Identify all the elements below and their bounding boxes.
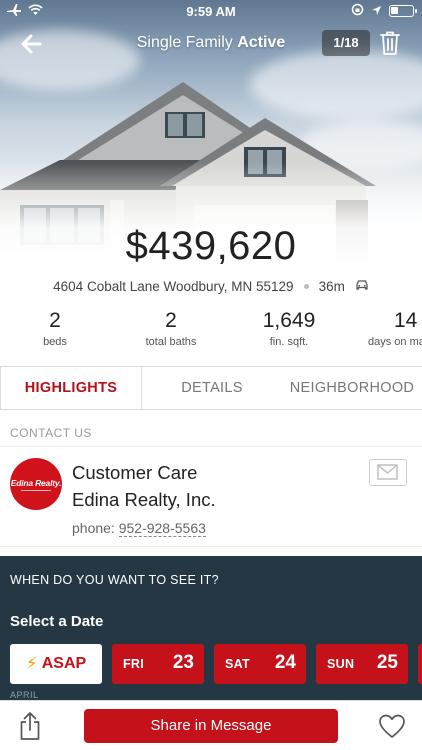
day-number: 24: [274, 652, 296, 673]
contact-phone: phone: 952-928-5563: [72, 520, 206, 537]
divider: [0, 446, 422, 447]
stat-label: total baths: [145, 336, 197, 348]
stats-row: 2 beds 2 total baths 1,649 fin. sqft. 14…: [0, 308, 422, 356]
date-picker-row: ⚡ ASAP FRI 23 SAT 24 SUN 25: [10, 644, 422, 684]
stat-beds: 2 beds: [0, 308, 110, 348]
stat-label: beds: [43, 336, 67, 348]
date-button-fri[interactable]: FRI 23: [112, 644, 204, 684]
drive-time: 36m: [318, 278, 345, 294]
select-date-title: Select a Date: [10, 613, 104, 630]
separator-dot: [303, 283, 309, 289]
tab-details[interactable]: DETAILS: [142, 367, 282, 409]
property-type: Single Family: [136, 34, 233, 51]
rotation-lock-icon: [351, 3, 364, 19]
contact-company: Edina Realty, Inc.: [72, 489, 216, 510]
stat-days-on-market: 14 days on ma: [352, 308, 422, 348]
stat-sqft: 1,649 fin. sqft.: [234, 308, 344, 348]
location-arrow-icon: [371, 4, 382, 19]
stat-value: 2: [49, 309, 61, 332]
day-number: 23: [172, 652, 194, 673]
contact-name: Customer Care: [72, 462, 198, 483]
listing-status: Active: [237, 34, 286, 51]
day-of-week: SAT: [225, 657, 250, 671]
date-button-sun[interactable]: SUN 25: [316, 644, 408, 684]
phone-number-link[interactable]: 952-928-5563: [118, 520, 206, 537]
day-of-week: SUN: [327, 657, 355, 671]
battery-icon: [389, 5, 417, 17]
stat-value: 2: [165, 309, 177, 332]
day-number: 25: [376, 652, 398, 673]
address-row: 4604 Cobalt Lane Woodbury, MN 55129 36m: [0, 276, 422, 296]
edina-realty-logo: Edina Realty.: [10, 458, 62, 510]
date-button-next[interactable]: [418, 644, 422, 684]
schedule-question: WHEN DO YOU WANT TO SEE IT?: [10, 573, 219, 587]
contact-heading: CONTACT US: [10, 426, 92, 440]
listing-price: $439,620: [125, 224, 297, 268]
photo-counter: 1/18: [322, 30, 370, 56]
car-icon: [355, 279, 369, 294]
stat-value: 1,649: [262, 309, 316, 332]
share-in-message-button[interactable]: Share in Message: [84, 709, 338, 743]
logo-text: Edina Realty.: [10, 477, 62, 488]
stat-baths: 2 total baths: [116, 308, 226, 348]
phone-label: phone:: [72, 520, 115, 536]
month-label: APRIL: [10, 690, 39, 700]
stat-value: 14: [394, 309, 418, 332]
stat-label: days on ma: [368, 336, 422, 348]
divider: [0, 546, 422, 547]
day-of-week: FRI: [123, 657, 145, 671]
nav-bar: Single Family Active 1/18: [0, 28, 422, 60]
heart-icon[interactable]: [378, 713, 406, 739]
asap-button[interactable]: ⚡ ASAP: [10, 644, 102, 684]
tab-neighborhood[interactable]: NEIGHBORHOOD: [282, 367, 422, 409]
asap-label: ASAP: [41, 655, 87, 672]
envelope-icon: [377, 464, 398, 480]
lightning-icon: ⚡: [25, 654, 38, 673]
stat-label: fin. sqft.: [269, 336, 309, 348]
share-icon[interactable]: [18, 711, 42, 741]
trash-icon[interactable]: [378, 30, 402, 56]
schedule-showing-panel: WHEN DO YOU WANT TO SEE IT? Select a Dat…: [0, 556, 422, 700]
tab-highlights[interactable]: HIGHLIGHTS: [0, 367, 142, 409]
logo-underline: [21, 489, 51, 491]
status-bar: 9:59 AM: [0, 0, 422, 22]
email-button[interactable]: [369, 459, 407, 486]
date-button-sat[interactable]: SAT 24: [214, 644, 306, 684]
section-tabs: HIGHLIGHTS DETAILS NEIGHBORHOOD: [0, 366, 422, 410]
bottom-action-bar: Share in Message: [0, 700, 422, 750]
listing-address[interactable]: 4604 Cobalt Lane Woodbury, MN 55129: [53, 279, 293, 294]
